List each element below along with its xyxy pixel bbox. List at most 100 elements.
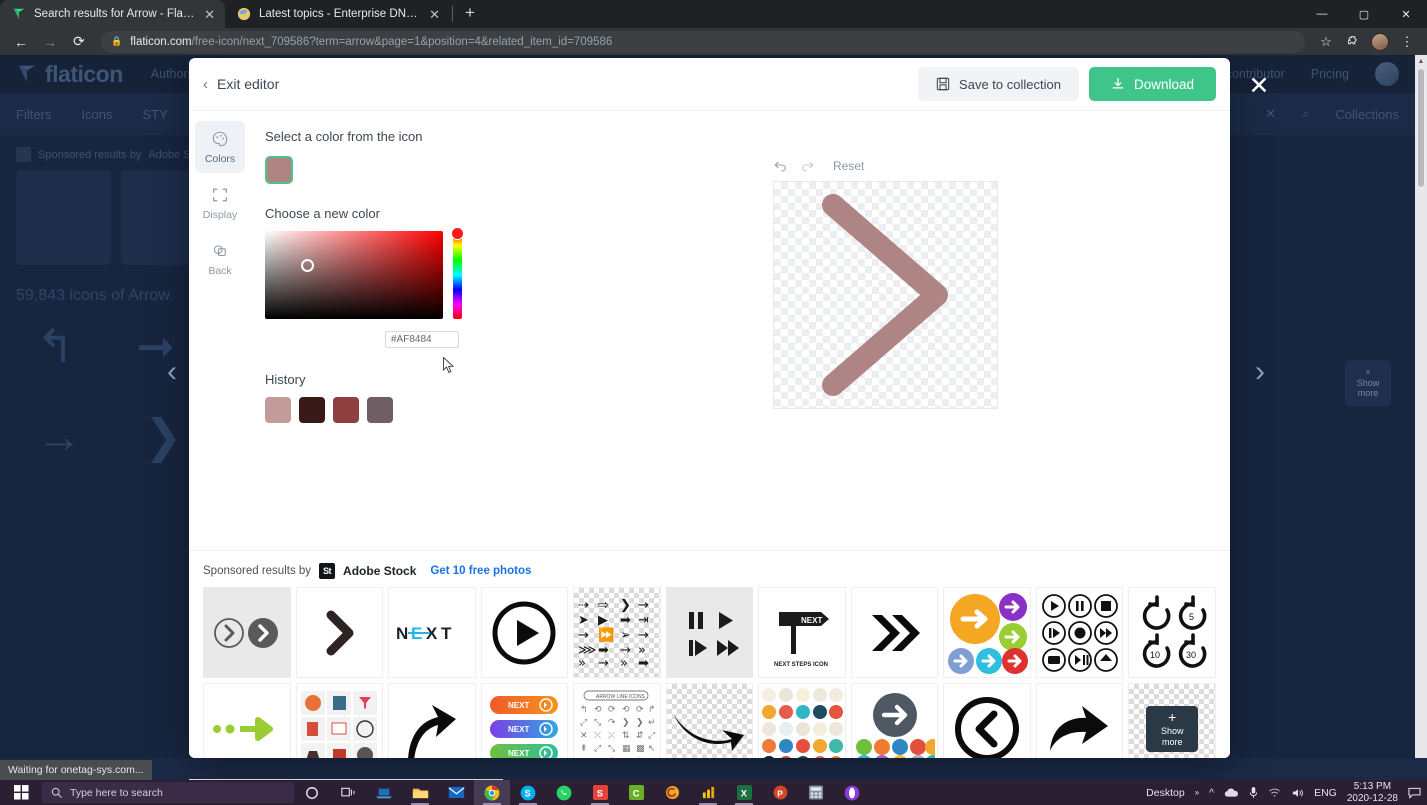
- notifications-icon[interactable]: [1408, 787, 1421, 799]
- styles-dropdown[interactable]: STY: [142, 107, 167, 122]
- windows-start-icon[interactable]: [0, 780, 42, 805]
- file-explorer-icon[interactable]: [402, 780, 438, 805]
- thumb-media-control-pair[interactable]: [665, 587, 754, 678]
- scrollbar-thumb[interactable]: [1417, 68, 1425, 188]
- icon-preview-canvas[interactable]: [773, 181, 998, 409]
- history-swatch-4[interactable]: [367, 397, 393, 423]
- camtasia-icon[interactable]: C: [618, 780, 654, 805]
- window-minimize-button[interactable]: —: [1301, 0, 1343, 28]
- undo-arrow-icon[interactable]: [773, 160, 788, 173]
- collections-button[interactable]: Collections: [1335, 107, 1399, 122]
- history-swatch-2[interactable]: [299, 397, 325, 423]
- save-to-collection-button[interactable]: Save to collection: [918, 67, 1079, 101]
- tray-language[interactable]: ENG: [1314, 787, 1337, 799]
- address-bar[interactable]: 🔒 flaticon.com/free-icon/next_709586?ter…: [101, 30, 1305, 53]
- back-button[interactable]: ←: [8, 30, 34, 54]
- thumb-colored-arrow-circles[interactable]: [943, 587, 1031, 678]
- thumb-next-wordmark[interactable]: N E X T: [388, 587, 476, 678]
- microphone-icon[interactable]: [1249, 786, 1258, 799]
- whatsapp-icon[interactable]: [546, 780, 582, 805]
- saturation-value-handle[interactable]: [301, 259, 314, 272]
- extensions-puzzle-icon[interactable]: [1341, 30, 1365, 54]
- flaticon-logo[interactable]: flaticon: [16, 61, 123, 88]
- tab-flaticon[interactable]: Search results for Arrow - Flaticon ✕: [0, 0, 225, 28]
- powerbi-icon[interactable]: [690, 780, 726, 805]
- window-maximize-button[interactable]: ▢: [1343, 0, 1385, 28]
- snagit-icon[interactable]: S: [582, 780, 618, 805]
- get-free-photos-link[interactable]: Get 10 free photos: [430, 565, 531, 577]
- excel-icon[interactable]: X: [726, 780, 762, 805]
- thumb-round-color-icon-grid[interactable]: [758, 683, 846, 758]
- exit-editor-button[interactable]: ‹ Exit editor: [203, 76, 279, 93]
- thumb-left-chevron-circle[interactable]: [943, 683, 1031, 758]
- thumb-grey-arrow-circle[interactable]: [850, 683, 939, 758]
- thumb-dotted-green-arrow[interactable]: [203, 683, 291, 758]
- window-close-button[interactable]: ✕: [1385, 0, 1427, 28]
- opera-icon[interactable]: [834, 780, 870, 805]
- hex-color-input[interactable]: #AF8484: [385, 331, 459, 348]
- mail-icon[interactable]: [438, 780, 474, 805]
- background-thumb[interactable]: [16, 170, 111, 265]
- new-tab-button[interactable]: +: [455, 4, 485, 21]
- nav-link-pricing[interactable]: Pricing: [1311, 67, 1349, 81]
- download-button[interactable]: Download: [1088, 67, 1216, 101]
- background-show-more-tile[interactable]: + Show more: [1345, 360, 1391, 406]
- thumb-media-control-grid[interactable]: [1035, 587, 1124, 678]
- thumb-next-gradient-buttons[interactable]: NEXT NEXT NEXT: [480, 683, 569, 758]
- wifi-icon[interactable]: [1268, 787, 1281, 798]
- clear-search-icon[interactable]: ✕: [1265, 106, 1276, 122]
- hue-slider-handle[interactable]: [451, 227, 464, 240]
- forward-button[interactable]: →: [37, 30, 63, 54]
- search-icon[interactable]: ⌕: [1302, 106, 1309, 122]
- thumb-arrow-icon-sheet[interactable]: ⇢ ⇨ ❯ → ➤ ▶ ➡ ⇥ → ⏩ ➢ → ⋙ ➡ →» » →» ➡: [573, 587, 661, 678]
- saturation-value-area[interactable]: [265, 231, 443, 319]
- thumb-show-more-tile[interactable]: + Show more: [1128, 683, 1217, 758]
- history-swatch-3[interactable]: [333, 397, 359, 423]
- cortana-circle-icon[interactable]: [294, 780, 330, 805]
- hue-slider[interactable]: [451, 227, 464, 319]
- powerpoint-icon[interactable]: P: [762, 780, 798, 805]
- thumb-arrow-line-icon-set[interactable]: ARROW LINE ICONS ↰ ⟲ ⟳ ⟲ ⟳ ↱ ⤢ ⤡ ↷ ❯ ❯ ↵ ✕ ⤫ ⤬ ⇅ ⇵ ⤢ ⇞ ⤢…: [573, 683, 661, 758]
- sidebar-item-colors[interactable]: Colors: [195, 121, 245, 173]
- taskbar-search-box[interactable]: Type here to search: [42, 782, 294, 803]
- carousel-next-button[interactable]: ›: [1243, 355, 1277, 389]
- more-menu-icon[interactable]: ⋮: [1395, 30, 1419, 54]
- filters-button[interactable]: Filters: [16, 107, 51, 122]
- nav-link-authors[interactable]: Authors: [151, 67, 194, 81]
- thumb-curved-swoosh-arrow[interactable]: [665, 683, 754, 758]
- chrome-icon[interactable]: [474, 780, 510, 805]
- thumb-mixed-icon-grid[interactable]: [295, 683, 384, 758]
- scroll-up-arrow[interactable]: ▲: [1415, 55, 1427, 68]
- tab-enterprise-dna[interactable]: Latest topics - Enterprise DNA Fo ✕: [225, 0, 450, 28]
- calculator-icon[interactable]: [798, 780, 834, 805]
- tray-desktop-label[interactable]: Desktop: [1146, 787, 1185, 799]
- thumb-next-steps-signpost[interactable]: NEXT NEXT STEPS ICON: [758, 587, 846, 678]
- laptop-icon[interactable]: [366, 780, 402, 805]
- selected-icon-color-swatch[interactable]: [265, 156, 293, 184]
- skype-icon[interactable]: S: [510, 780, 546, 805]
- bookmark-star-icon[interactable]: ☆: [1314, 30, 1338, 54]
- onedrive-icon[interactable]: [1224, 787, 1239, 798]
- reset-button[interactable]: Reset: [833, 159, 864, 173]
- history-swatch-1[interactable]: [265, 397, 291, 423]
- tab-close-icon[interactable]: ✕: [204, 8, 215, 21]
- tray-chevron-up-icon[interactable]: ^: [1209, 787, 1214, 799]
- page-scrollbar[interactable]: ▲: [1415, 55, 1427, 758]
- thumb-two-chevron-circles[interactable]: [203, 587, 291, 678]
- thumb-double-chevron[interactable]: [850, 587, 939, 678]
- task-view-icon[interactable]: [330, 780, 366, 805]
- thumb-play-button-circle[interactable]: [480, 587, 569, 678]
- close-modal-button[interactable]: ✕: [1246, 73, 1272, 99]
- icons-dropdown[interactable]: Icons: [81, 107, 112, 122]
- tray-clock[interactable]: 5:13 PM 2020-12-28: [1347, 781, 1398, 804]
- ammyy-icon[interactable]: [654, 780, 690, 805]
- background-icon-curve[interactable]: ↰: [36, 319, 75, 373]
- sidebar-item-display[interactable]: Display: [195, 177, 245, 229]
- background-icon-arrow2[interactable]: →: [36, 409, 82, 463]
- background-icon-chevron[interactable]: ❯: [144, 409, 183, 463]
- thumb-rewind-seconds-icons[interactable]: 5 10 30: [1128, 587, 1217, 678]
- profile-avatar[interactable]: [1368, 30, 1392, 54]
- redo-arrow-icon[interactable]: [800, 160, 815, 173]
- carousel-prev-button[interactable]: ‹: [155, 355, 189, 389]
- speaker-icon[interactable]: [1291, 787, 1304, 799]
